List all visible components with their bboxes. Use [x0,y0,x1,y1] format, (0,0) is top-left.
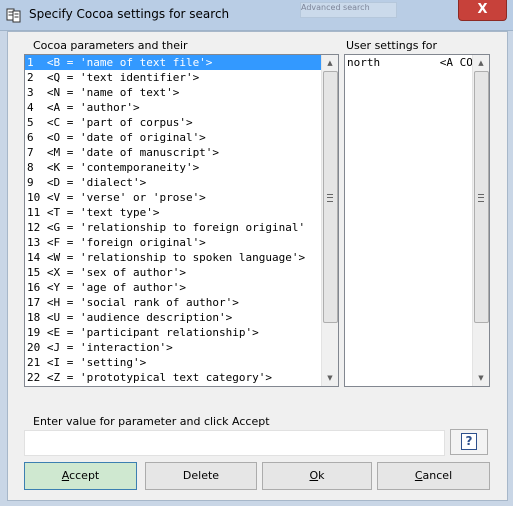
scroll-down-arrow-icon[interactable]: ▼ [473,370,489,386]
accept-button[interactable]: Accept [24,462,137,490]
list-item[interactable]: 8 <K = 'contemporaneity'> [25,160,321,175]
list-item[interactable]: 17 <H = 'social rank of author'> [25,295,321,310]
list-item[interactable]: 19 <E = 'participant relationship'> [25,325,321,340]
scroll-down-arrow-icon[interactable]: ▼ [322,370,338,386]
grip-icon [327,194,333,202]
list-item[interactable]: 6 <O = 'date of original'> [25,130,321,145]
close-button[interactable]: X [458,0,507,21]
accept-label: ccept [69,469,100,482]
params-scroll-thumb[interactable] [323,71,338,323]
ok-label: k [318,469,325,482]
list-item[interactable]: 4 <A = 'author'> [25,100,321,115]
list-item[interactable]: 10 <V = 'verse' or 'prose'> [25,190,321,205]
list-item[interactable]: 16 <Y = 'age of author'> [25,280,321,295]
help-icon: ? [461,433,477,450]
list-item[interactable]: north <A COLVIL [345,55,489,70]
title-bar[interactable]: Advanced search Specify Cocoa settings f… [0,0,513,31]
list-item[interactable]: 7 <M = 'date of manuscript'> [25,145,321,160]
ok-button[interactable]: Ok [262,462,372,490]
list-item[interactable]: 13 <F = 'foreign original'> [25,235,321,250]
user-settings-scrollbar[interactable]: ▲ ▼ [472,55,489,386]
list-item[interactable]: 3 <N = 'name of text'> [25,85,321,100]
list-item[interactable]: 22 <Z = 'prototypical text category'> [25,370,321,385]
list-item[interactable]: 5 <C = 'part of corpus'> [25,115,321,130]
scroll-up-arrow-icon[interactable]: ▲ [473,55,489,71]
delete-button[interactable]: Delete [145,462,257,490]
user-settings-label: User settings for [346,39,438,52]
list-item[interactable]: 21 <I = 'setting'> [25,355,321,370]
accept-mnemonic: A [61,469,70,482]
close-icon: X [477,2,488,17]
cancel-label: ancel [422,469,453,482]
window-title: Specify Cocoa settings for search [29,7,230,21]
list-item[interactable]: 11 <T = 'text type'> [25,205,321,220]
background-window-text: Advanced search [301,3,370,12]
list-item[interactable]: 2 <Q = 'text identifier'> [25,70,321,85]
app-icon [6,8,21,23]
scroll-up-arrow-icon[interactable]: ▲ [322,55,338,71]
user-settings-list[interactable]: north <A COLVIL ▲ ▼ [344,54,490,387]
grip-icon [478,194,484,202]
list-item[interactable]: 15 <X = 'sex of author'> [25,265,321,280]
list-item[interactable]: 12 <G = 'relationship to foreign origina… [25,220,321,235]
background-window-hint: Advanced search [300,2,397,18]
list-item[interactable]: 18 <U = 'audience description'> [25,310,321,325]
user-settings-scroll-thumb[interactable] [474,71,489,323]
value-entry-label: Enter value for parameter and click Acce… [33,415,270,428]
list-item[interactable]: 14 <W = 'relationship to spoken language… [25,250,321,265]
params-scrollbar[interactable]: ▲ ▼ [321,55,338,386]
cocoa-parameters-label: Cocoa parameters and their [33,39,188,52]
list-item[interactable]: 20 <J = 'interaction'> [25,340,321,355]
help-button[interactable]: ? [450,429,488,455]
cocoa-parameters-list[interactable]: 1 <B = 'name of text file'> 2 <Q = 'text … [24,54,339,387]
ok-mnemonic: O [309,469,319,482]
cancel-mnemonic: C [414,469,423,482]
list-item[interactable]: 9 <D = 'dialect'> [25,175,321,190]
list-item[interactable]: 1 <B = 'name of text file'> [25,55,321,70]
cancel-button[interactable]: Cancel [377,462,490,490]
delete-label: Delete [182,469,220,482]
value-input[interactable] [24,430,445,456]
